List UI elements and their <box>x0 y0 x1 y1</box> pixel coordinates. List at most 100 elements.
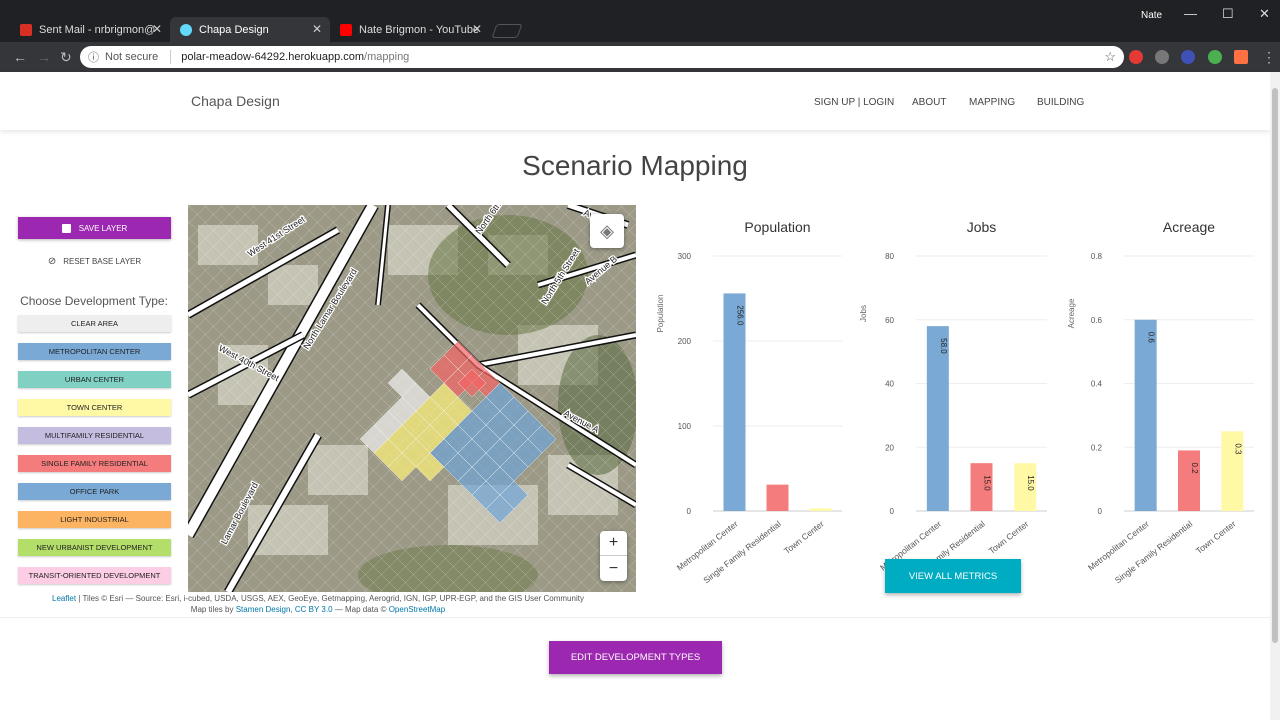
page-title: Scenario Mapping <box>522 150 748 181</box>
chart-title: Jobs <box>967 219 997 235</box>
dev-type-town-center[interactable]: TOWN CENTER <box>18 399 171 416</box>
security-label: Not secure <box>105 51 159 63</box>
map-building <box>308 445 368 495</box>
osm-link[interactable]: OpenStreetMap <box>389 605 445 614</box>
extension-icon[interactable] <box>1155 50 1169 64</box>
close-tab-icon[interactable]: ✕ <box>472 22 482 36</box>
chart-title: Acreage <box>1163 219 1215 235</box>
map-view[interactable]: West 41st Street North Lamar Boulevard Wes… <box>188 205 636 592</box>
address-bar: ← → ↻ ⓘ Not secure polar-meadow-64292.he… <box>0 42 1280 72</box>
dev-type-new-urbanist-development[interactable]: NEW URBANIST DEVELOPMENT <box>18 539 171 556</box>
site-brand[interactable]: Chapa Design <box>191 93 280 109</box>
reset-layer-label: RESET BASE LAYER <box>63 256 142 266</box>
choose-dev-type-label: Choose Development Type: <box>20 294 168 308</box>
tab-title: Sent Mail - nrbrigmon@ <box>39 23 156 36</box>
chart-tick-label: 60 <box>885 316 894 325</box>
chart-ylabel: Acreage <box>1067 298 1076 328</box>
chart-bar <box>809 508 832 511</box>
chart-tick-label: 80 <box>885 252 894 261</box>
tab-gmail[interactable]: Sent Mail - nrbrigmon@ ✕ <box>10 17 170 42</box>
new-tab-button[interactable] <box>491 24 523 38</box>
nav-signup-login[interactable]: SIGN UP | LOGIN <box>814 97 894 108</box>
chart-tick-label: 0.4 <box>1091 380 1103 389</box>
chart-data-label: 0.2 <box>1190 462 1199 474</box>
zoom-control: + − <box>600 531 627 581</box>
nav-about[interactable]: ABOUT <box>912 97 946 108</box>
chart-data-label: 58.0 <box>939 338 948 354</box>
tab-title: Chapa Design <box>199 23 269 36</box>
zoom-in-button[interactable]: + <box>600 531 627 556</box>
page-scrollbar[interactable] <box>1270 72 1280 720</box>
dev-type-multifamily-residential[interactable]: MULTIFAMILY RESIDENTIAL <box>18 427 171 444</box>
menu-kebab-icon[interactable]: ⋮ <box>1262 49 1276 66</box>
tab-youtube[interactable]: Nate Brigmon - YouTube ✕ <box>330 17 490 42</box>
satellite-map[interactable]: West 41st StreetNorth Lamar BoulevardWes… <box>188 205 636 592</box>
forward-icon[interactable]: → <box>37 49 51 65</box>
edit-development-types-button[interactable]: EDIT DEVELOPMENT TYPES <box>549 641 722 674</box>
browser-tab-bar: Sent Mail - nrbrigmon@ ✕ Chapa Design ✕ … <box>0 0 1280 42</box>
dev-type-single-family-residential[interactable]: SINGLE FAMILY RESIDENTIAL <box>18 455 171 472</box>
dev-type-metropolitan-center[interactable]: METROPOLITAN CENTER <box>18 343 171 360</box>
leaflet-link[interactable]: Leaflet <box>52 594 76 603</box>
reset-base-layer-button[interactable]: ⊘ RESET BASE LAYER <box>18 250 171 272</box>
chart-data-label: 15.0 <box>1026 475 1035 491</box>
save-layer-button[interactable]: SAVE LAYER <box>18 217 171 239</box>
dev-type-urban-center[interactable]: URBAN CENTER <box>18 371 171 388</box>
react-icon <box>180 23 192 36</box>
layers-icon[interactable]: ◈ <box>590 214 624 248</box>
nav-mapping[interactable]: MAPPING <box>969 97 1015 108</box>
url-field[interactable]: ⓘ Not secure polar-meadow-64292.herokuap… <box>80 46 1124 68</box>
chart-tick-label: 0.8 <box>1091 252 1103 261</box>
cc-link[interactable]: CC BY 3.0 <box>295 605 333 614</box>
dev-type-office-park[interactable]: OFFICE PARK <box>18 483 171 500</box>
view-all-metrics-button[interactable]: VIEW ALL METRICS <box>885 559 1021 593</box>
bookmark-star-icon[interactable]: ☆ <box>1104 49 1116 65</box>
close-tab-icon[interactable]: ✕ <box>152 22 162 36</box>
close-window-icon[interactable]: ✕ <box>1259 6 1270 22</box>
chart-tick-label: 300 <box>678 252 692 261</box>
url-path: /mapping <box>364 51 410 63</box>
nav-building[interactable]: BUILDING <box>1037 97 1084 108</box>
extension-icon[interactable] <box>1181 50 1195 64</box>
dev-type-light-industrial[interactable]: LIGHT INDUSTRIAL <box>18 511 171 528</box>
chart-bar <box>926 326 949 511</box>
scrollbar-thumb[interactable] <box>1272 88 1278 643</box>
chart-tick-label: 0.6 <box>1091 316 1103 325</box>
reload-icon[interactable]: ↻ <box>60 49 72 66</box>
dev-type-clear-area[interactable]: CLEAR AREA <box>18 315 171 332</box>
tab-title: Nate Brigmon - YouTube <box>359 23 480 36</box>
chart-data-label: 0.6 <box>1147 332 1156 344</box>
url-host: polar-meadow-64292.herokuapp.com <box>181 51 365 63</box>
map-attribution: Leaflet | Tiles © Esri — Source: Esri, i… <box>0 592 636 616</box>
info-icon[interactable]: ⓘ <box>88 49 99 65</box>
minimize-icon[interactable]: — <box>1184 6 1197 21</box>
save-icon <box>61 223 71 233</box>
divider <box>0 617 1270 618</box>
charts-svg: PopulationPopulation0100200300256.0Metro… <box>656 219 1254 585</box>
zoom-out-button[interactable]: − <box>600 556 627 581</box>
page: Chapa Design SIGN UP | LOGIN ABOUT MAPPI… <box>0 72 1270 720</box>
youtube-icon <box>340 23 352 36</box>
chart-category-label: Town Center <box>782 519 826 556</box>
extension-icon[interactable] <box>1129 50 1143 64</box>
chart-data-label: 0.3 <box>1233 443 1242 455</box>
dev-type-transit-oriented-development[interactable]: TRANSIT-ORIENTED DEVELOPMENT <box>18 567 171 584</box>
extension-icon[interactable] <box>1208 50 1222 64</box>
chart-bar <box>766 484 789 511</box>
back-icon[interactable]: ← <box>13 49 27 65</box>
maximize-icon[interactable]: ☐ <box>1222 6 1234 22</box>
close-tab-icon[interactable]: ✕ <box>312 22 322 36</box>
chart-category-label: Town Center <box>987 519 1031 556</box>
divider <box>170 50 172 64</box>
profile-name[interactable]: Nate <box>1141 10 1162 21</box>
chart-bar <box>1134 319 1157 511</box>
extension-icon[interactable] <box>1234 50 1248 64</box>
chart-bar <box>1178 450 1200 511</box>
chart-data-label: 15.0 <box>983 475 992 491</box>
chart-tick-label: 0 <box>890 507 895 516</box>
chart-tick-label: 20 <box>885 443 894 452</box>
stamen-link[interactable]: Stamen Design <box>236 605 291 614</box>
chart-tick-label: 0.2 <box>1091 443 1103 452</box>
chart-tick-label: 0 <box>687 507 692 516</box>
tab-chapa-design[interactable]: Chapa Design ✕ <box>170 17 330 42</box>
